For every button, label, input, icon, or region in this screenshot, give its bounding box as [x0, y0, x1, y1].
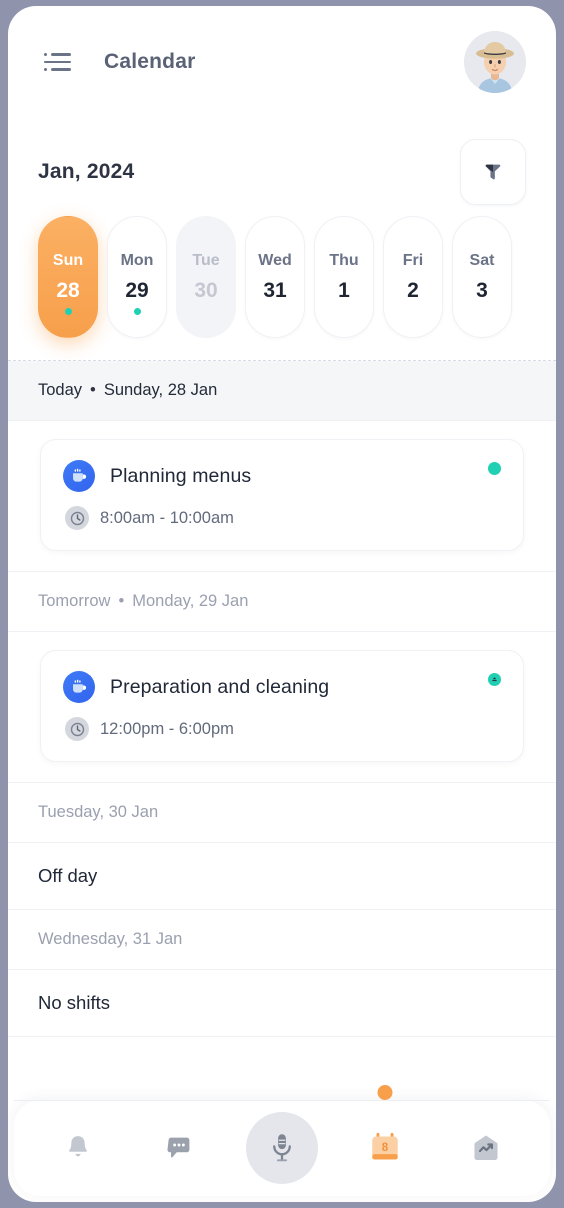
agenda-section-header: Tomorrow • Monday, 29 Jan: [8, 572, 556, 632]
agenda-status-row: Off day: [8, 843, 556, 910]
event-card[interactable]: Preparation and cleaning 12:00pm - 6:00pm: [40, 650, 524, 762]
day-of-week-label: Wed: [258, 251, 292, 269]
day-pill-wed[interactable]: Wed 31: [245, 216, 305, 338]
calendar-icon: 8: [372, 1132, 399, 1160]
nav-active-badge: [377, 1085, 393, 1100]
section-date-label: Sunday, 28 Jan: [103, 381, 218, 399]
section-date-label: Tuesday, 30 Jan: [38, 803, 159, 821]
day-number-label: 2: [407, 278, 419, 302]
chat-bubble-icon: [167, 1137, 189, 1158]
menu-bar: [51, 53, 71, 56]
agenda-section-header: Today • Sunday, 28 Jan: [8, 361, 556, 421]
phone-frame: Calendar Jan, 2024 Sun 28 Mon 29 Tue 30 …: [0, 0, 564, 1208]
section-date-label: Wednesday, 31 Jan: [38, 930, 183, 948]
agenda-list: Today • Sunday, 28 Jan Planning menus 8:00am…: [8, 361, 556, 1037]
event-card[interactable]: Planning menus 8:00am - 10:00am: [40, 439, 524, 551]
month-label: Jan, 2024: [38, 160, 135, 183]
day-number-label: 28: [56, 278, 80, 302]
day-number-label: 29: [125, 278, 149, 302]
section-bullet: •: [90, 381, 96, 399]
status-badge: [488, 673, 501, 686]
coffee-mug-icon: [63, 460, 95, 492]
nav-top-divider: [14, 1100, 550, 1101]
event-title: Planning menus: [110, 464, 252, 487]
day-of-week-label: Sat: [469, 251, 495, 269]
menu-dot: [44, 53, 47, 56]
day-of-week-label: Sun: [52, 251, 84, 269]
event-row: Preparation and cleaning 12:00pm - 6:00pm: [8, 632, 556, 783]
section-bullet: •: [118, 592, 125, 610]
section-date-label: Monday, 29 Jan: [132, 592, 249, 610]
day-of-week-label: Tue: [192, 251, 220, 269]
day-of-week-label: Thu: [329, 251, 359, 269]
day-number-label: 30: [194, 278, 218, 302]
nav-item-messages[interactable]: [146, 1115, 212, 1181]
day-number-label: 3: [476, 278, 488, 302]
day-of-week-label: Mon: [120, 251, 154, 269]
nav-item-calendar[interactable]: 8: [352, 1085, 418, 1181]
event-title: Preparation and cleaning: [110, 675, 330, 698]
clock-icon: [65, 506, 89, 530]
filter-button[interactable]: [460, 139, 526, 205]
agenda-section-header: Tuesday, 30 Jan: [8, 783, 556, 843]
event-card-header: Planning menus: [63, 460, 501, 492]
nav-item-notifications[interactable]: [45, 1115, 111, 1181]
menu-bar: [44, 60, 71, 64]
avatar-illustration: [464, 31, 526, 93]
event-time-row: 8:00am - 10:00am: [63, 506, 501, 530]
menu-row-1: [44, 53, 74, 56]
agenda-section-header: Wednesday, 31 Jan: [8, 910, 556, 970]
section-relative-label: Today: [38, 381, 83, 399]
agenda-status-row: No shifts: [8, 970, 556, 1037]
day-event-dot: [133, 308, 141, 315]
bottom-navigation[interactable]: 8: [14, 1085, 550, 1196]
event-time-label: 8:00am - 10:00am: [100, 508, 234, 527]
day-number-label: 31: [263, 278, 287, 302]
day-pill-fri[interactable]: Fri 2: [383, 216, 443, 338]
day-pill-thu[interactable]: Thu 1: [314, 216, 374, 338]
top-app-bar: Calendar: [8, 6, 556, 118]
hamburger-list-icon[interactable]: [44, 49, 74, 75]
menu-dot: [44, 68, 47, 71]
coffee-mug-icon: [63, 671, 95, 703]
event-time-row: 12:00pm - 6:00pm: [63, 717, 501, 741]
bell-icon: [69, 1136, 88, 1157]
menu-bar: [51, 68, 71, 71]
day-pill-sat[interactable]: Sat 3: [452, 216, 512, 338]
clock-icon: [65, 717, 89, 741]
filter-funnel-icon: [485, 164, 501, 180]
section-relative-label: Tomorrow: [38, 592, 111, 610]
event-card-header: Preparation and cleaning: [63, 671, 501, 703]
week-day-strip[interactable]: Sun 28 Mon 29 Tue 30 Wed 31 Thu 1 Fri 2 Sat 3: [8, 198, 556, 338]
event-time-label: 12:00pm - 6:00pm: [100, 719, 234, 738]
event-row: Planning menus 8:00am - 10:00am: [8, 421, 556, 572]
trending-up-icon: [474, 1135, 498, 1160]
day-of-week-label: Fri: [402, 251, 424, 269]
microphone-icon: [273, 1134, 291, 1162]
nav-item-voice[interactable]: [245, 1112, 318, 1184]
day-pill-tue[interactable]: Tue 30: [176, 216, 236, 338]
phone-screen: Calendar Jan, 2024 Sun 28 Mon 29 Tue 30 …: [8, 6, 556, 1202]
month-row: Jan, 2024: [8, 118, 556, 205]
nav-item-insights[interactable]: [453, 1115, 519, 1181]
page-title: Calendar: [104, 50, 196, 73]
day-event-dot: [64, 308, 72, 315]
status-badge: [488, 462, 501, 475]
calendar-day-number: 8: [382, 1142, 389, 1154]
day-pill-sun[interactable]: Sun 28: [38, 216, 98, 338]
menu-row-2: [44, 60, 74, 64]
menu-row-3: [44, 68, 74, 71]
day-number-label: 1: [338, 278, 350, 302]
avatar[interactable]: [464, 31, 526, 93]
day-pill-mon[interactable]: Mon 29: [107, 216, 167, 338]
